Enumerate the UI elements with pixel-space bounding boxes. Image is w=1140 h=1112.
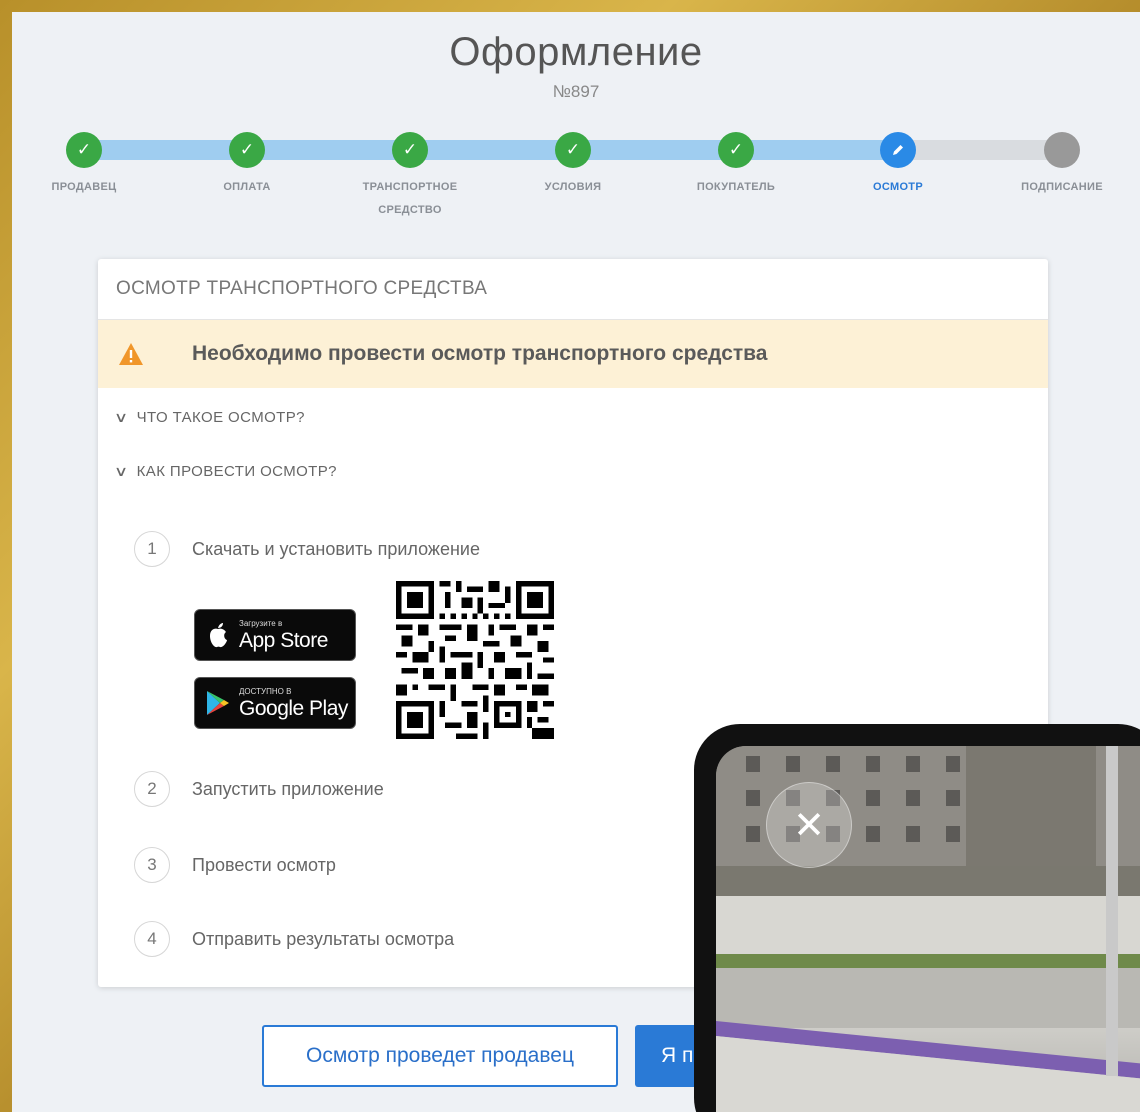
step-buyer-check-icon[interactable]: ✓: [718, 132, 754, 168]
chevron-down-icon: ∨: [113, 409, 129, 425]
stepper-track-completed: [84, 140, 898, 160]
step-label-seller: ПРОДАВЕЦ: [51, 181, 117, 193]
app-store-big-text: App Store: [239, 628, 328, 652]
faq-what-is-inspection[interactable]: ∨ ЧТО ТАКОЕ ОСМОТР?: [113, 409, 305, 426]
step-payment-check-icon[interactable]: ✓: [229, 132, 265, 168]
stepper-track-remaining: [898, 140, 1062, 160]
step-text: Скачать и установить приложение: [192, 538, 480, 559]
step-label-signing: ПОДПИСАНИЕ: [1021, 181, 1103, 193]
step-text: Запустить приложение: [192, 778, 384, 799]
alert-text: Необходимо провести осмотр транспортного…: [192, 342, 768, 365]
google-play-small-text: ДОСТУПНО В: [239, 686, 292, 696]
checkout-page: Оформление №897 ✓ ПРОДАВЕЦ ✓ ОПЛАТА ✓ ТР…: [12, 12, 1140, 1112]
camera-view-image: ✕: [716, 746, 1140, 1112]
faq-what-label: ЧТО ТАКОЕ ОСМОТР?: [136, 409, 305, 426]
instruction-step-1: 1 Скачать и установить приложение: [134, 531, 480, 567]
faq-how-to-inspect[interactable]: ∨ КАК ПРОВЕСТИ ОСМОТР?: [113, 463, 337, 480]
instruction-step-4: 4 Отправить результаты осмотра: [134, 921, 454, 957]
google-play-big-text: Google Play: [239, 696, 348, 720]
step-number: 2: [134, 771, 170, 807]
instruction-step-2: 2 Запустить приложение: [134, 771, 384, 807]
inspection-required-alert: Необходимо провести осмотр транспортного…: [98, 320, 1048, 388]
step-number: 4: [134, 921, 170, 957]
step-signing-dot: [1044, 132, 1080, 168]
step-label-vehicle: ТРАНСПОРТНОЕ СРЕДСТВО: [362, 181, 458, 216]
card-title: ОСМОТР ТРАНСПОРТНОГО СРЕДСТВА: [98, 259, 1048, 320]
seller-inspects-button[interactable]: Осмотр проведет продавец: [262, 1025, 618, 1087]
app-store-button[interactable]: Загрузите в App Store: [194, 609, 356, 661]
step-inspection-pencil-icon[interactable]: [880, 132, 916, 168]
page-title: Оформление: [449, 30, 703, 74]
google-play-button[interactable]: ДОСТУПНО В Google Play: [194, 677, 356, 729]
close-icon[interactable]: ✕: [766, 782, 852, 868]
step-number: 3: [134, 847, 170, 883]
step-label-inspection: ОСМОТР: [873, 181, 923, 193]
apple-icon: [203, 621, 233, 649]
step-text: Отправить результаты осмотра: [192, 928, 455, 949]
instruction-step-3: 3 Провести осмотр: [134, 847, 336, 883]
step-vehicle-check-icon[interactable]: ✓: [392, 132, 428, 168]
qr-code-image: [396, 581, 554, 739]
step-seller-check-icon[interactable]: ✓: [66, 132, 102, 168]
step-label-buyer: ПОКУПАТЕЛЬ: [696, 181, 776, 193]
step-text: Провести осмотр: [192, 854, 336, 875]
step-number: 1: [134, 531, 170, 567]
chevron-down-icon: ∨: [113, 463, 129, 479]
step-label-payment: ОПЛАТА: [223, 181, 271, 193]
warning-icon: [119, 343, 143, 365]
faq-how-label: КАК ПРОВЕСТИ ОСМОТР?: [136, 463, 337, 480]
order-number: №897: [552, 82, 600, 101]
phone-camera-preview: ✕: [694, 724, 1140, 1112]
app-store-small-text: Загрузите в: [239, 618, 283, 628]
step-terms-check-icon[interactable]: ✓: [555, 132, 591, 168]
progress-stepper: ✓ ПРОДАВЕЦ ✓ ОПЛАТА ✓ ТРАНСПОРТНОЕ СРЕДС…: [12, 132, 1140, 232]
google-play-icon: [203, 689, 233, 717]
step-label-terms: УСЛОВИЯ: [544, 181, 602, 193]
